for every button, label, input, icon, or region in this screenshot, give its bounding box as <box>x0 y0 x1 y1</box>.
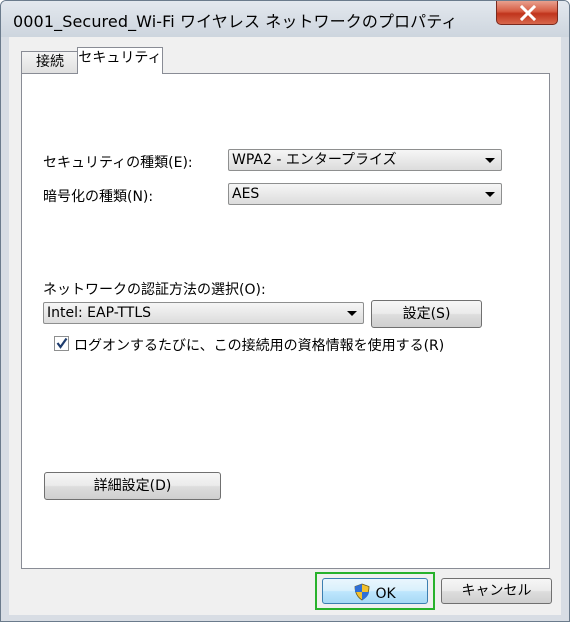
tab-security[interactable]: セキュリティ <box>77 47 163 74</box>
window-title: 0001_Secured_Wi-Fi ワイヤレス ネットワークのプロパティ <box>13 12 458 31</box>
ok-button[interactable]: OK <box>322 578 428 604</box>
ok-button-content: OK <box>353 583 396 602</box>
tab-security-label: セキュリティ <box>78 50 162 66</box>
security-type-label: セキュリティの種類(E): <box>43 155 193 171</box>
tab-general-label: 接続 <box>36 54 64 70</box>
advanced-settings-label: 詳細設定(D) <box>93 478 172 494</box>
uac-shield-icon <box>353 583 375 602</box>
dialog-client-area: 接続 セキュリティ セキュリティの種類(E): WPA2 - エンタープライズ … <box>9 37 561 615</box>
chevron-down-icon <box>347 311 357 316</box>
auth-method-value: Intel: EAP-TTLS <box>47 305 152 321</box>
chevron-down-icon <box>485 192 495 197</box>
settings-button-label: 設定(S) <box>402 306 451 322</box>
settings-button[interactable]: 設定(S) <box>371 300 482 328</box>
close-button[interactable] <box>496 1 558 25</box>
security-type-dropdown[interactable]: WPA2 - エンタープライズ <box>228 149 502 171</box>
auth-method-dropdown[interactable]: Intel: EAP-TTLS <box>43 302 364 324</box>
title-bar[interactable]: 0001_Secured_Wi-Fi ワイヤレス ネットワークのプロパティ <box>1 1 569 37</box>
remember-credentials-checkbox[interactable] <box>54 336 69 351</box>
properties-dialog: 0001_Secured_Wi-Fi ワイヤレス ネットワークのプロパティ 接続… <box>0 0 570 622</box>
encryption-type-dropdown[interactable]: AES <box>228 183 502 205</box>
encryption-type-label: 暗号化の種類(N): <box>43 189 154 205</box>
tab-general[interactable]: 接続 <box>21 51 79 73</box>
cancel-button-label: キャンセル <box>461 583 532 599</box>
advanced-settings-button[interactable]: 詳細設定(D) <box>44 472 221 500</box>
ok-button-label: OK <box>375 586 396 602</box>
remember-credentials-label[interactable]: ログオンするたびに、この接続用の資格情報を使用する(R) <box>74 335 444 355</box>
encryption-type-value: AES <box>232 186 260 202</box>
security-type-value: WPA2 - エンタープライズ <box>232 152 397 168</box>
cancel-button[interactable]: キャンセル <box>441 578 552 604</box>
security-tab-panel: セキュリティの種類(E): WPA2 - エンタープライズ 暗号化の種類(N):… <box>21 73 550 569</box>
chevron-down-icon <box>485 158 495 163</box>
auth-method-label: ネットワークの認証方法の選択(O): <box>43 282 266 298</box>
